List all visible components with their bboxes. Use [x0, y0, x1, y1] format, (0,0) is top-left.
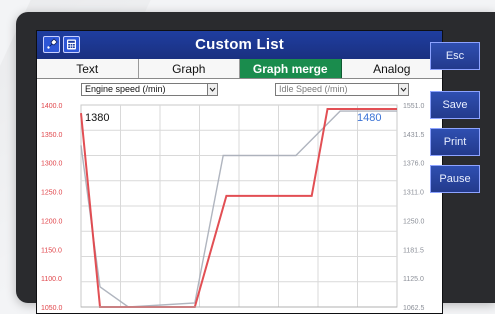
right-axis-tick-label: 1181.5 — [403, 247, 424, 254]
left-axis-tick-label: 1150.0 — [41, 247, 62, 254]
side-buttons: Esc Save Print Pause — [430, 30, 492, 312]
chevron-down-icon-glyph — [400, 87, 407, 92]
merged-graph: 1400.0 1350.0 1300.0 1250.0 1200.0 1150.0 1100… — [37, 97, 442, 313]
tab-label: Graph merge — [252, 61, 328, 76]
button-label: Save — [442, 99, 468, 111]
tab-graph-merge[interactable]: Graph merge — [240, 59, 342, 78]
chevron-down-icon[interactable] — [398, 84, 408, 95]
pause-button[interactable]: Pause — [430, 165, 480, 193]
right-axis-tick-label: 1311.0 — [403, 190, 424, 197]
tab-label: Graph — [172, 61, 206, 76]
chevron-down-icon-glyph — [209, 87, 216, 92]
tab-bar: Text Graph Graph merge Analog — [37, 59, 442, 79]
tab-label: Text — [76, 61, 99, 76]
left-axis-tick-label: 1350.0 — [41, 132, 63, 139]
device-bezel: Custom List Text Graph Graph merge Analo… — [16, 12, 495, 314]
print-button[interactable]: Print — [430, 128, 480, 156]
right-axis-tick-label: 1125.0 — [403, 276, 424, 283]
esc-button[interactable]: Esc — [430, 42, 480, 70]
left-series-dropdown[interactable]: Engine speed (/min) — [81, 83, 218, 96]
chevron-down-icon[interactable] — [207, 84, 217, 95]
left-axis-tick-label: 1400.0 — [41, 103, 63, 110]
left-axis-tick-label: 1250.0 — [41, 190, 63, 197]
screen: Custom List Text Graph Graph merge Analo… — [36, 30, 443, 314]
button-label: Print — [443, 136, 467, 148]
right-axis-tick-label: 1376.0 — [403, 161, 425, 168]
right-axis-tick-label: 1551.0 — [403, 103, 425, 110]
page-title: Custom List — [195, 36, 284, 53]
button-label: Pause — [439, 173, 471, 185]
right-axis-tick-label: 1250.0 — [403, 218, 425, 225]
tab-graph[interactable]: Graph — [139, 59, 240, 78]
left-series-value: Engine speed (/min) — [85, 84, 166, 94]
right-series-value: Idle Speed (/min) — [279, 84, 348, 94]
left-axis-tick-label: 1300.0 — [41, 161, 63, 168]
series-selectors: Engine speed (/min) Idle Speed (/min) — [37, 79, 442, 97]
tab-text[interactable]: Text — [37, 59, 139, 78]
right-readout-value: 1480 — [357, 112, 381, 124]
right-series-dropdown[interactable]: Idle Speed (/min) — [275, 83, 409, 96]
left-axis-tick-label: 1050.0 — [41, 305, 63, 312]
button-label: Esc — [445, 50, 465, 62]
tab-analog[interactable]: Analog — [342, 59, 443, 78]
save-button[interactable]: Save — [430, 91, 480, 119]
left-axis-tick-label: 1200.0 — [41, 218, 63, 225]
right-axis-tick-label: 1062.5 — [403, 305, 425, 312]
left-axis-tick-label: 1100.0 — [41, 276, 62, 283]
graph-svg: 1400.0 1350.0 1300.0 1250.0 1200.0 1150.0 1100… — [41, 103, 425, 312]
left-readout-value: 1380 — [85, 112, 109, 124]
tab-label: Analog — [373, 61, 411, 76]
title-bar: Custom List — [37, 31, 442, 59]
right-axis-tick-label: 1431.5 — [403, 132, 425, 139]
